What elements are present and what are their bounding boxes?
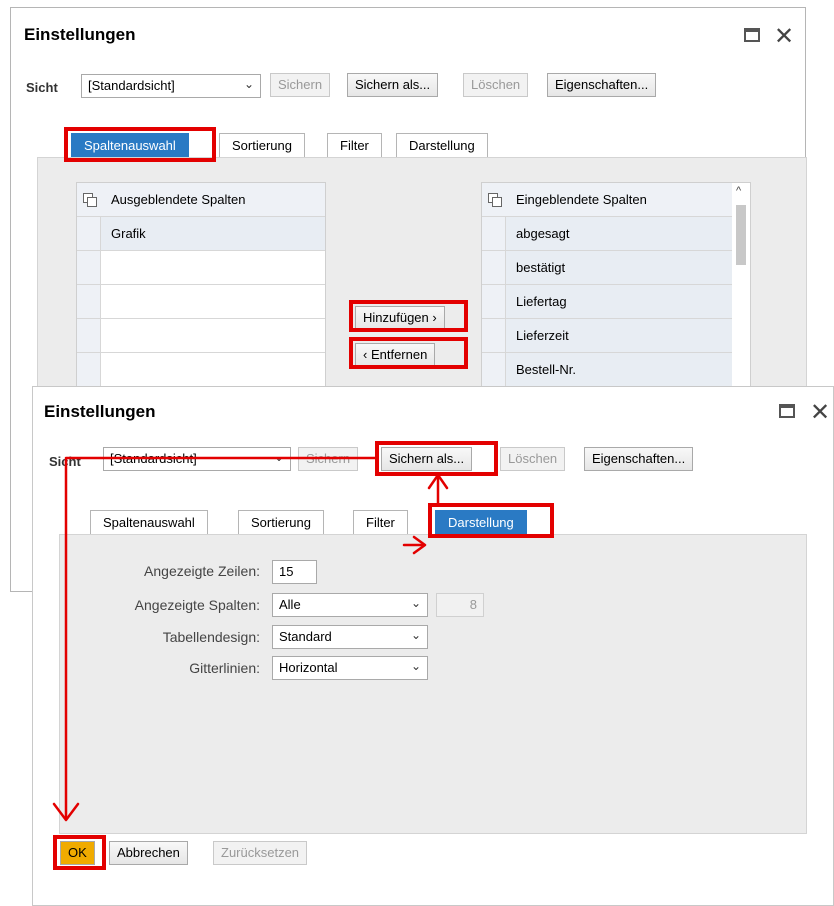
arrow-path-to-ok — [64, 456, 379, 820]
workflow-arrows — [52, 456, 449, 822]
